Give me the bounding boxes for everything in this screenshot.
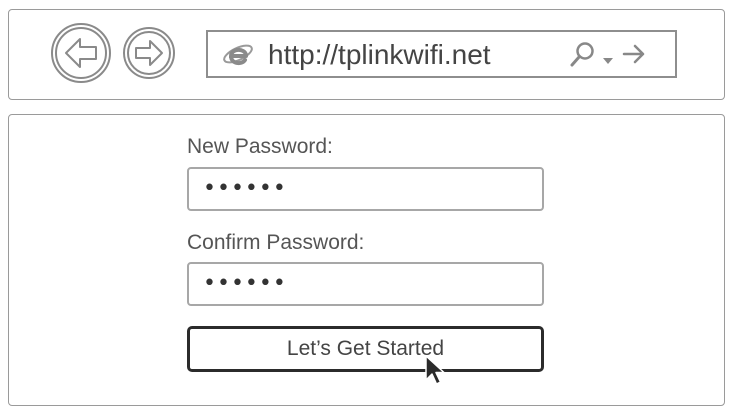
- forward-arrow-icon[interactable]: [122, 26, 176, 80]
- confirm-password-label: Confirm Password:: [187, 231, 365, 254]
- go-arrow-icon[interactable]: [622, 43, 646, 65]
- internet-explorer-icon: [222, 38, 254, 70]
- mouse-pointer-icon: [424, 355, 446, 387]
- browser-toolbar: http://tplinkwifi.net: [8, 9, 725, 100]
- new-password-field[interactable]: ••••••: [187, 167, 544, 211]
- dropdown-caret-icon[interactable]: [602, 52, 614, 64]
- new-password-label: New Password:: [187, 135, 333, 158]
- magnifier-icon[interactable]: [568, 41, 596, 69]
- url-text[interactable]: http://tplinkwifi.net: [268, 39, 491, 71]
- address-bar[interactable]: http://tplinkwifi.net: [206, 30, 677, 78]
- confirm-password-field[interactable]: ••••••: [187, 262, 544, 306]
- back-arrow-icon[interactable]: [50, 22, 112, 84]
- setup-form-panel: New Password: •••••• Confirm Password: •…: [8, 114, 725, 406]
- lets-get-started-button[interactable]: Let’s Get Started: [187, 326, 544, 372]
